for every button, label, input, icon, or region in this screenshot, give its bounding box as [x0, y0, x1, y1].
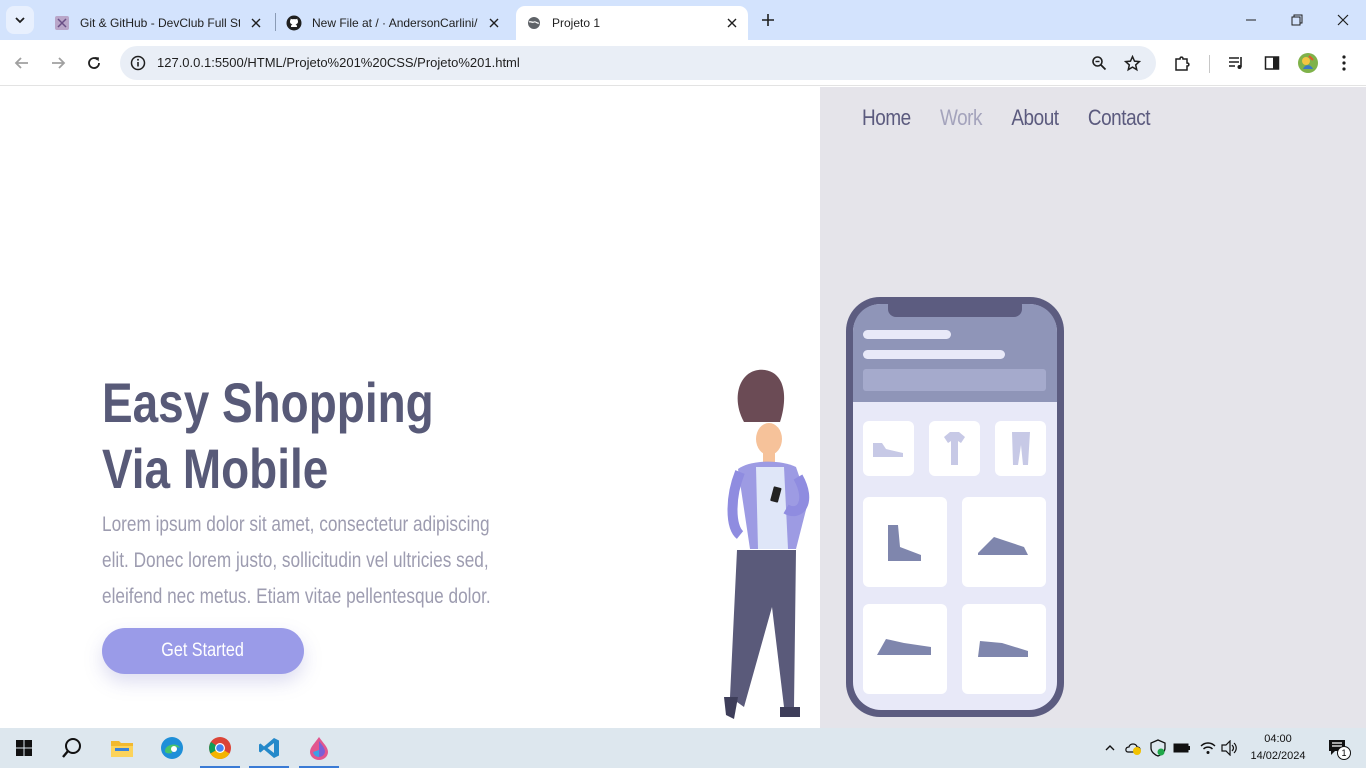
- file-explorer-app[interactable]: [98, 728, 146, 768]
- main-nav: Home Work About Contact: [862, 105, 1150, 131]
- reload-button[interactable]: [80, 49, 108, 77]
- chevron-up-icon: [1105, 745, 1115, 751]
- edge-icon: [161, 737, 183, 759]
- nav-home[interactable]: Home: [862, 105, 911, 131]
- forward-button[interactable]: [44, 49, 72, 77]
- security-shield-icon[interactable]: [1148, 738, 1168, 758]
- chrome-menu-icon[interactable]: [1332, 51, 1356, 75]
- back-button[interactable]: [8, 49, 36, 77]
- media-control-icon[interactable]: [1224, 51, 1248, 75]
- minimize-button[interactable]: [1228, 4, 1274, 36]
- color-app[interactable]: [295, 728, 343, 768]
- close-window-button[interactable]: [1320, 4, 1366, 36]
- browser-toolbar: 127.0.0.1:5500/HTML/Projeto%201%20CSS/Pr…: [0, 40, 1366, 86]
- close-tab-icon[interactable]: [248, 15, 264, 31]
- profile-avatar[interactable]: [1296, 51, 1320, 75]
- search-icon: [62, 738, 81, 758]
- url-text: 127.0.0.1:5500/HTML/Projeto%201%20CSS/Pr…: [157, 55, 520, 70]
- tab-title: New File at / · AndersonCarlini/: [312, 16, 478, 30]
- get-started-label: Get Started: [161, 640, 245, 661]
- restore-icon: [1291, 14, 1303, 26]
- clock-time: 04:00: [1264, 733, 1292, 745]
- windows-icon: [16, 740, 32, 756]
- reload-icon: [88, 57, 100, 69]
- onedrive-warning-icon[interactable]: [1124, 738, 1144, 758]
- bookmark-star-icon[interactable]: [1122, 53, 1142, 73]
- vscode-app[interactable]: [245, 728, 293, 768]
- site-info-icon[interactable]: [128, 53, 148, 73]
- close-icon: [1337, 14, 1349, 26]
- chrome-app[interactable]: [196, 728, 244, 768]
- notification-center[interactable]: 1: [1324, 738, 1352, 760]
- minimize-icon: [1246, 19, 1256, 21]
- arrow-left-icon: [14, 57, 28, 69]
- hero-description: Lorem ipsum dolor sit amet, consectetur …: [102, 513, 491, 608]
- tab-search-button[interactable]: [6, 6, 34, 34]
- github-icon: [286, 15, 302, 31]
- tab-title: Projeto 1: [552, 16, 601, 30]
- vscode-icon: [259, 738, 279, 758]
- notification-count-badge: 1: [1337, 746, 1351, 760]
- nav-work[interactable]: Work: [940, 105, 983, 131]
- hero-title: Easy Shopping Via Mobile: [102, 370, 434, 502]
- clock-date: 14/02/2024: [1250, 750, 1306, 762]
- nav-about[interactable]: About: [1011, 105, 1059, 131]
- restore-button[interactable]: [1274, 4, 1320, 36]
- tab-devclub[interactable]: Git & GitHub - DevClub Full Sta: [40, 6, 272, 40]
- nav-contact[interactable]: Contact: [1088, 105, 1151, 131]
- plus-icon: [762, 14, 774, 26]
- tab-title: Git & GitHub - DevClub Full Sta: [80, 16, 240, 30]
- battery-icon[interactable]: [1172, 738, 1192, 758]
- zoom-icon[interactable]: [1089, 53, 1109, 73]
- toolbar-divider: [1209, 55, 1210, 73]
- paint-drop-icon: [310, 737, 328, 760]
- close-tab-icon[interactable]: [486, 15, 502, 31]
- hero-title-line-1: Easy Shopping: [102, 371, 434, 434]
- search-button[interactable]: [48, 728, 96, 768]
- chevron-down-icon: [15, 17, 25, 24]
- show-hidden-icons[interactable]: [1100, 738, 1120, 758]
- chrome-icon: [209, 737, 231, 759]
- tab-strip: Git & GitHub - DevClub Full Sta New File…: [0, 0, 1366, 40]
- hero-title-line-2: Via Mobile: [102, 437, 329, 500]
- web-page: Home Work About Contact Easy Shopping Vi…: [0, 87, 1366, 728]
- tab-projeto[interactable]: Projeto 1: [516, 6, 748, 40]
- close-tab-icon[interactable]: [724, 15, 740, 31]
- new-tab-button[interactable]: [756, 8, 780, 32]
- extensions-icon[interactable]: [1170, 51, 1194, 75]
- taskbar-clock[interactable]: 04:00 14/02/2024: [1244, 731, 1312, 765]
- side-panel-icon[interactable]: [1260, 51, 1284, 75]
- phone-mockup: [846, 297, 1064, 717]
- wifi-icon[interactable]: [1198, 738, 1218, 758]
- get-started-button[interactable]: Get Started: [102, 628, 304, 674]
- volume-icon[interactable]: [1220, 738, 1240, 758]
- windows-taskbar: 04:00 14/02/2024 1: [0, 728, 1366, 768]
- devclub-icon: [54, 15, 70, 31]
- start-button[interactable]: [0, 728, 48, 768]
- woman-figure: [724, 369, 810, 719]
- address-bar[interactable]: 127.0.0.1:5500/HTML/Projeto%201%20CSS/Pr…: [120, 46, 1156, 80]
- globe-icon: [526, 15, 542, 31]
- shopping-illustration: [724, 297, 1064, 719]
- folder-icon: [111, 741, 133, 757]
- edge-app[interactable]: [148, 728, 196, 768]
- tab-github[interactable]: New File at / · AndersonCarlini/: [272, 6, 510, 40]
- arrow-right-icon: [52, 57, 66, 69]
